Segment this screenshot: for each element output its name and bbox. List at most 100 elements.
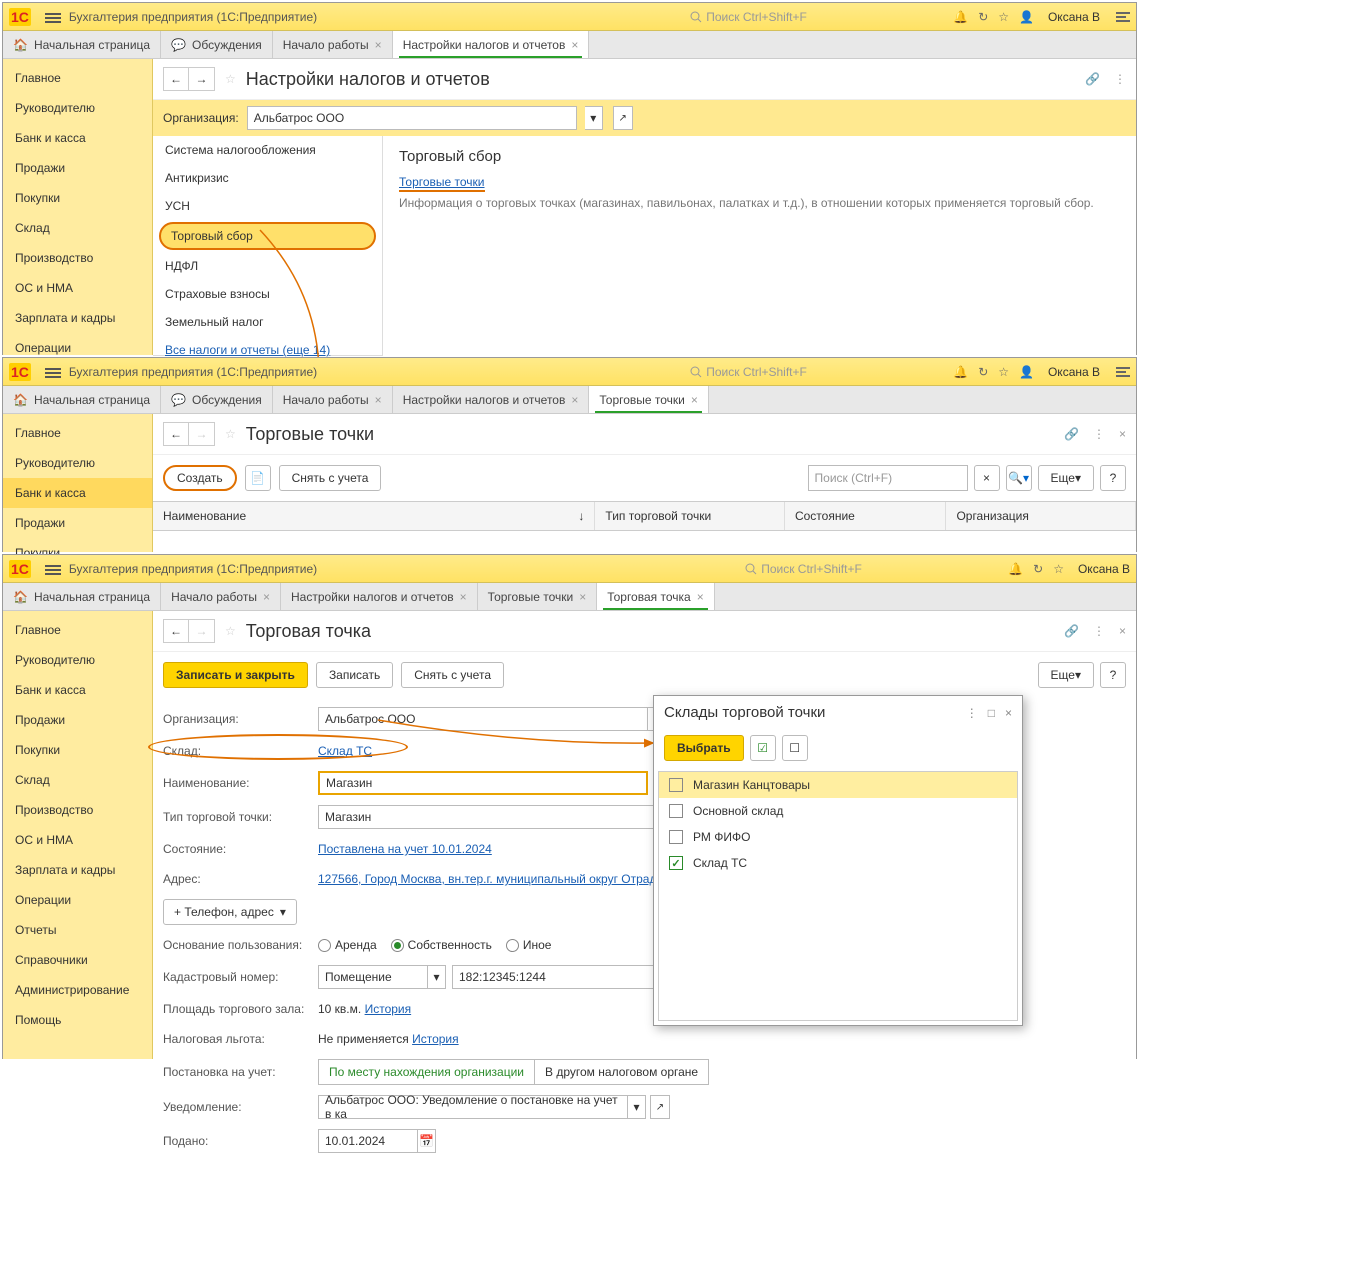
close-icon[interactable]: ×	[571, 38, 578, 52]
tab-discussions[interactable]: 💬Обсуждения	[161, 31, 273, 58]
sidebar-item[interactable]: Зарплата и кадры	[3, 303, 152, 333]
tab-tax-settings[interactable]: Настройки налогов и отчетов×	[393, 386, 590, 413]
sidebar-item[interactable]: Справочники	[3, 945, 152, 975]
nav-item-trade-fee[interactable]: Торговый сбор	[159, 222, 376, 250]
more-icon[interactable]: ⋮	[1093, 427, 1105, 441]
sidebar-item[interactable]: ОС и НМА	[3, 825, 152, 855]
history-icon[interactable]: ↻	[978, 10, 988, 24]
nav-item[interactable]: Антикризис	[153, 164, 382, 192]
radio-rent[interactable]: Аренда	[318, 938, 377, 952]
radio-own[interactable]: Собственность	[391, 938, 492, 952]
more-icon[interactable]: ⋮	[966, 706, 978, 720]
menu-icon[interactable]	[45, 563, 61, 575]
close-icon[interactable]: ×	[375, 38, 382, 52]
global-search[interactable]: Поиск Ctrl+Shift+F	[683, 362, 943, 382]
tab-home[interactable]: 🏠Начальная страница	[3, 31, 161, 58]
tab-start[interactable]: Начало работы×	[161, 583, 281, 610]
type-field[interactable]: Магазин	[318, 805, 668, 829]
sidebar-item[interactable]: Отчеты	[3, 915, 152, 945]
forward-button[interactable]: →	[189, 67, 215, 91]
menu-icon[interactable]	[45, 366, 61, 378]
bell-icon[interactable]: 🔔	[953, 10, 968, 24]
tab-home[interactable]: 🏠Начальная страница	[3, 386, 161, 413]
list-item[interactable]: Магазин Канцтовары	[659, 772, 1017, 798]
sidebar-item[interactable]: Руководителю	[3, 645, 152, 675]
remove-button[interactable]: Снять с учета	[401, 662, 504, 688]
global-search[interactable]: Поиск Ctrl+Shift+F	[683, 7, 943, 27]
checkbox[interactable]	[669, 804, 683, 818]
star-icon[interactable]: ☆	[1053, 562, 1064, 576]
reg-opt-local[interactable]: По месту нахождения организации	[318, 1059, 535, 1085]
clear-search[interactable]: ×	[974, 465, 1000, 491]
sidebar-item[interactable]: Руководителю	[3, 448, 152, 478]
tab-tax-settings[interactable]: Настройки налогов и отчетов×	[393, 31, 590, 58]
filed-date[interactable]: 10.01.2024	[318, 1129, 418, 1153]
sidebar-item[interactable]: Продажи	[3, 508, 152, 538]
list-item[interactable]: Склад ТС	[659, 850, 1017, 876]
checkbox[interactable]	[669, 778, 683, 792]
global-search[interactable]: Поиск Ctrl+Shift+F	[738, 559, 998, 579]
radio-other[interactable]: Иное	[506, 938, 552, 952]
sidebar-item[interactable]: Главное	[3, 615, 152, 645]
warehouse-link[interactable]: Склад ТС	[318, 744, 372, 758]
close-icon[interactable]: ×	[1119, 427, 1126, 441]
dropdown-icon[interactable]: ▾	[585, 106, 603, 130]
sidebar-item[interactable]: Зарплата и кадры	[3, 855, 152, 885]
checkbox[interactable]	[669, 830, 683, 844]
nav-item[interactable]: НДФЛ	[153, 252, 382, 280]
nav-item[interactable]: УСН	[153, 192, 382, 220]
sidebar-item[interactable]: Склад	[3, 213, 152, 243]
maximize-icon[interactable]: □	[988, 706, 995, 720]
sidebar-item[interactable]: Главное	[3, 418, 152, 448]
state-link[interactable]: Поставлена на учет 10.01.2024	[318, 842, 492, 856]
sidebar-item[interactable]: Банк и касса	[3, 675, 152, 705]
panel-icon[interactable]	[1116, 10, 1130, 24]
bell-icon[interactable]: 🔔	[953, 365, 968, 379]
tab-start[interactable]: Начало работы×	[273, 31, 393, 58]
sidebar-item[interactable]: Производство	[3, 795, 152, 825]
calendar-icon[interactable]: 📅	[418, 1129, 436, 1153]
favorite-icon[interactable]: ☆	[225, 427, 236, 441]
back-button[interactable]: ←	[163, 422, 189, 446]
sidebar-item[interactable]: Помощь	[3, 1005, 152, 1035]
uncheck-all-button[interactable]: ☐	[782, 735, 808, 761]
sidebar-item[interactable]: Главное	[3, 63, 152, 93]
sidebar-item[interactable]: Банк и касса	[3, 478, 152, 508]
sidebar-item[interactable]: Покупки	[3, 735, 152, 765]
back-button[interactable]: ←	[163, 67, 189, 91]
sidebar-item[interactable]: Банк и касса	[3, 123, 152, 153]
star-icon[interactable]: ☆	[998, 10, 1009, 24]
tab-tax-settings[interactable]: Настройки налогов и отчетов×	[281, 583, 478, 610]
tab-start[interactable]: Начало работы×	[273, 386, 393, 413]
link-icon[interactable]: 🔗	[1064, 624, 1079, 638]
star-icon[interactable]: ☆	[998, 365, 1009, 379]
sidebar-item[interactable]: Администрирование	[3, 975, 152, 1005]
forward-button[interactable]: →	[189, 619, 215, 643]
copy-button[interactable]: 📄	[245, 465, 271, 491]
select-button[interactable]: Выбрать	[664, 735, 744, 761]
forward-button[interactable]: →	[189, 422, 215, 446]
tab-trade-points[interactable]: Торговые точки×	[589, 386, 709, 413]
org-select[interactable]: Альбатрос ООО	[247, 106, 577, 130]
remove-button[interactable]: Снять с учета	[279, 465, 382, 491]
more-button[interactable]: Еще ▾	[1038, 662, 1094, 688]
nav-item[interactable]: Страховые взносы	[153, 280, 382, 308]
nav-item[interactable]: Система налогообложения	[153, 136, 382, 164]
user-icon[interactable]: 👤	[1019, 365, 1034, 379]
sidebar-item[interactable]: Руководителю	[3, 93, 152, 123]
checkbox[interactable]	[669, 856, 683, 870]
name-field[interactable]: Магазин	[318, 771, 648, 795]
link-icon[interactable]: 🔗	[1085, 72, 1100, 86]
create-button[interactable]: Создать	[163, 465, 237, 491]
sidebar-item[interactable]: Продажи	[3, 153, 152, 183]
sidebar-item[interactable]: Покупки	[3, 183, 152, 213]
sidebar-item[interactable]: Склад	[3, 765, 152, 795]
more-icon[interactable]: ⋮	[1093, 624, 1105, 638]
sidebar-item[interactable]: ОС и НМА	[3, 273, 152, 303]
list-search[interactable]: Поиск (Ctrl+F)	[808, 465, 968, 491]
history-link[interactable]: История	[412, 1032, 459, 1046]
help-button[interactable]: ?	[1100, 465, 1126, 491]
search-button[interactable]: 🔍▾	[1006, 465, 1032, 491]
cadastral-type[interactable]: Помещение	[318, 965, 428, 989]
open-icon[interactable]: ↗	[613, 106, 633, 130]
